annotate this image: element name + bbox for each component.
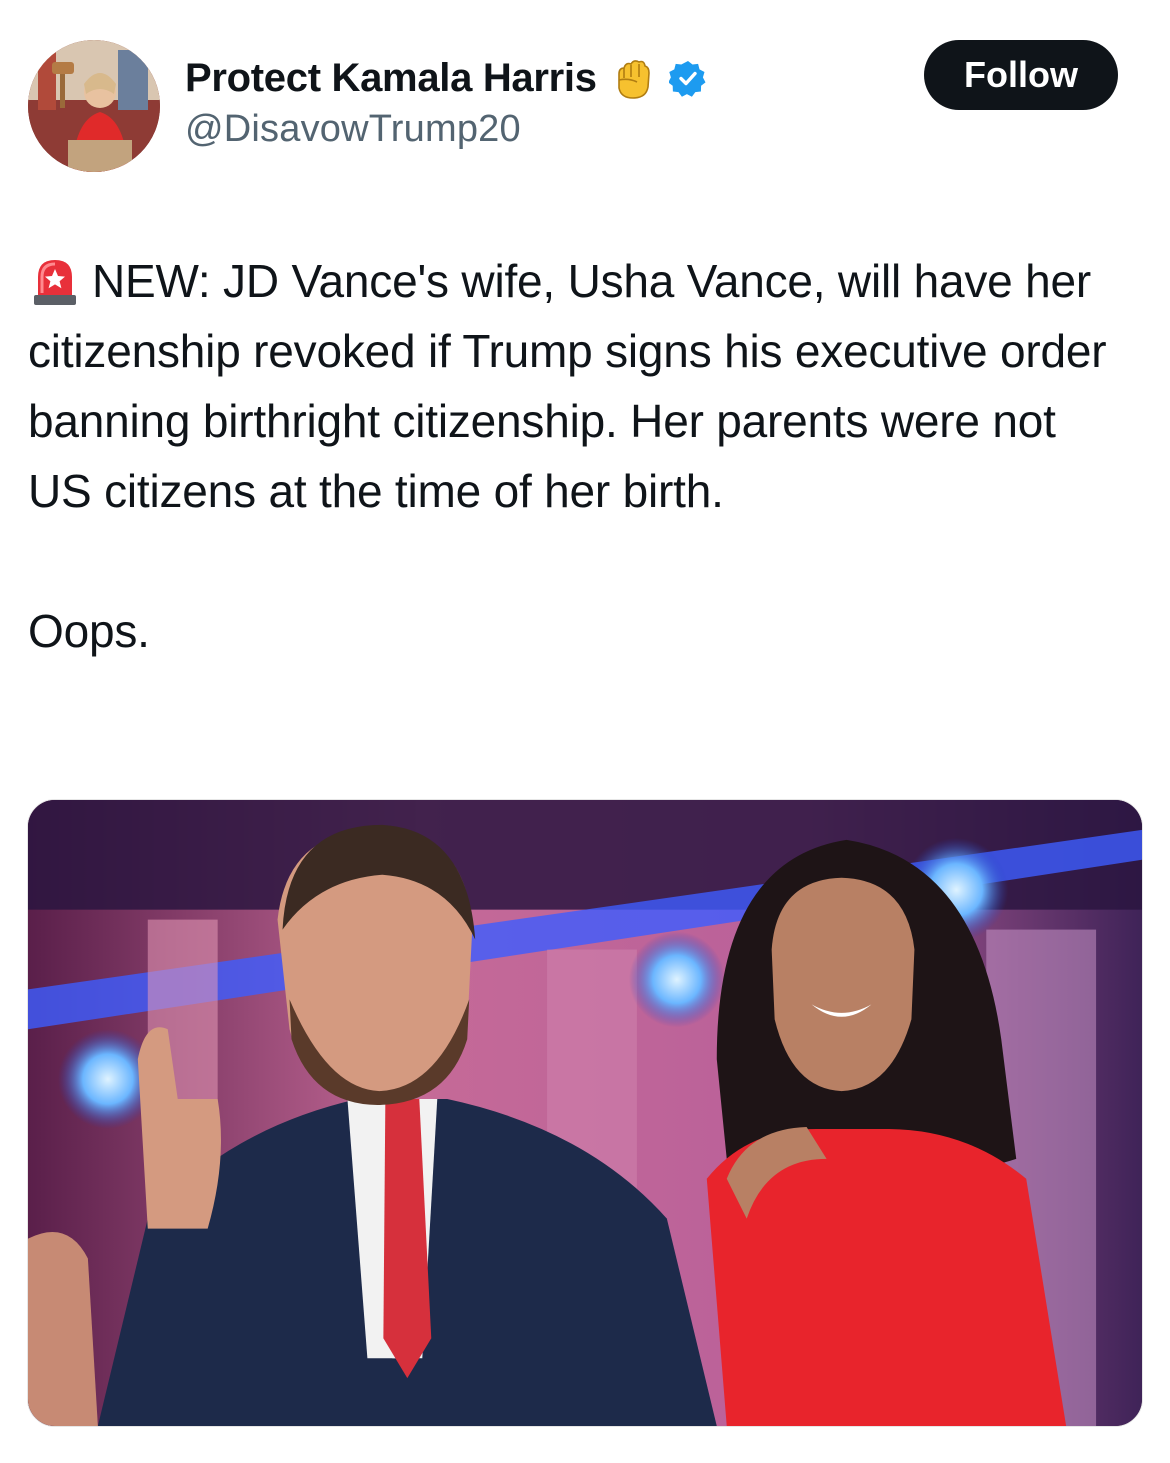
avatar[interactable] — [28, 40, 160, 172]
police-siren-icon — [28, 253, 82, 307]
author-handle[interactable]: @DisavowTrump20 — [185, 108, 521, 151]
photo-image — [28, 800, 1142, 1426]
display-name[interactable]: Protect Kamala Harris — [185, 56, 597, 101]
avatar-image — [28, 40, 160, 172]
follow-button[interactable]: Follow — [924, 40, 1118, 110]
tweet: Protect Kamala Harris @DisavowTrump20 Fo… — [0, 0, 1170, 1463]
verified-badge-icon[interactable] — [667, 59, 707, 97]
tweet-photo[interactable] — [27, 799, 1143, 1427]
tweet-paragraph-2: Oops. — [28, 605, 150, 657]
tweet-text: NEW: JD Vance's wife, Usha Vance, will h… — [28, 246, 1128, 666]
author-name-row: Protect Kamala Harris — [185, 55, 707, 101]
raised-fist-icon — [607, 54, 655, 102]
tweet-paragraph-1: NEW: JD Vance's wife, Usha Vance, will h… — [28, 246, 1128, 526]
tweet-paragraph-1-text: NEW: JD Vance's wife, Usha Vance, will h… — [28, 255, 1107, 517]
